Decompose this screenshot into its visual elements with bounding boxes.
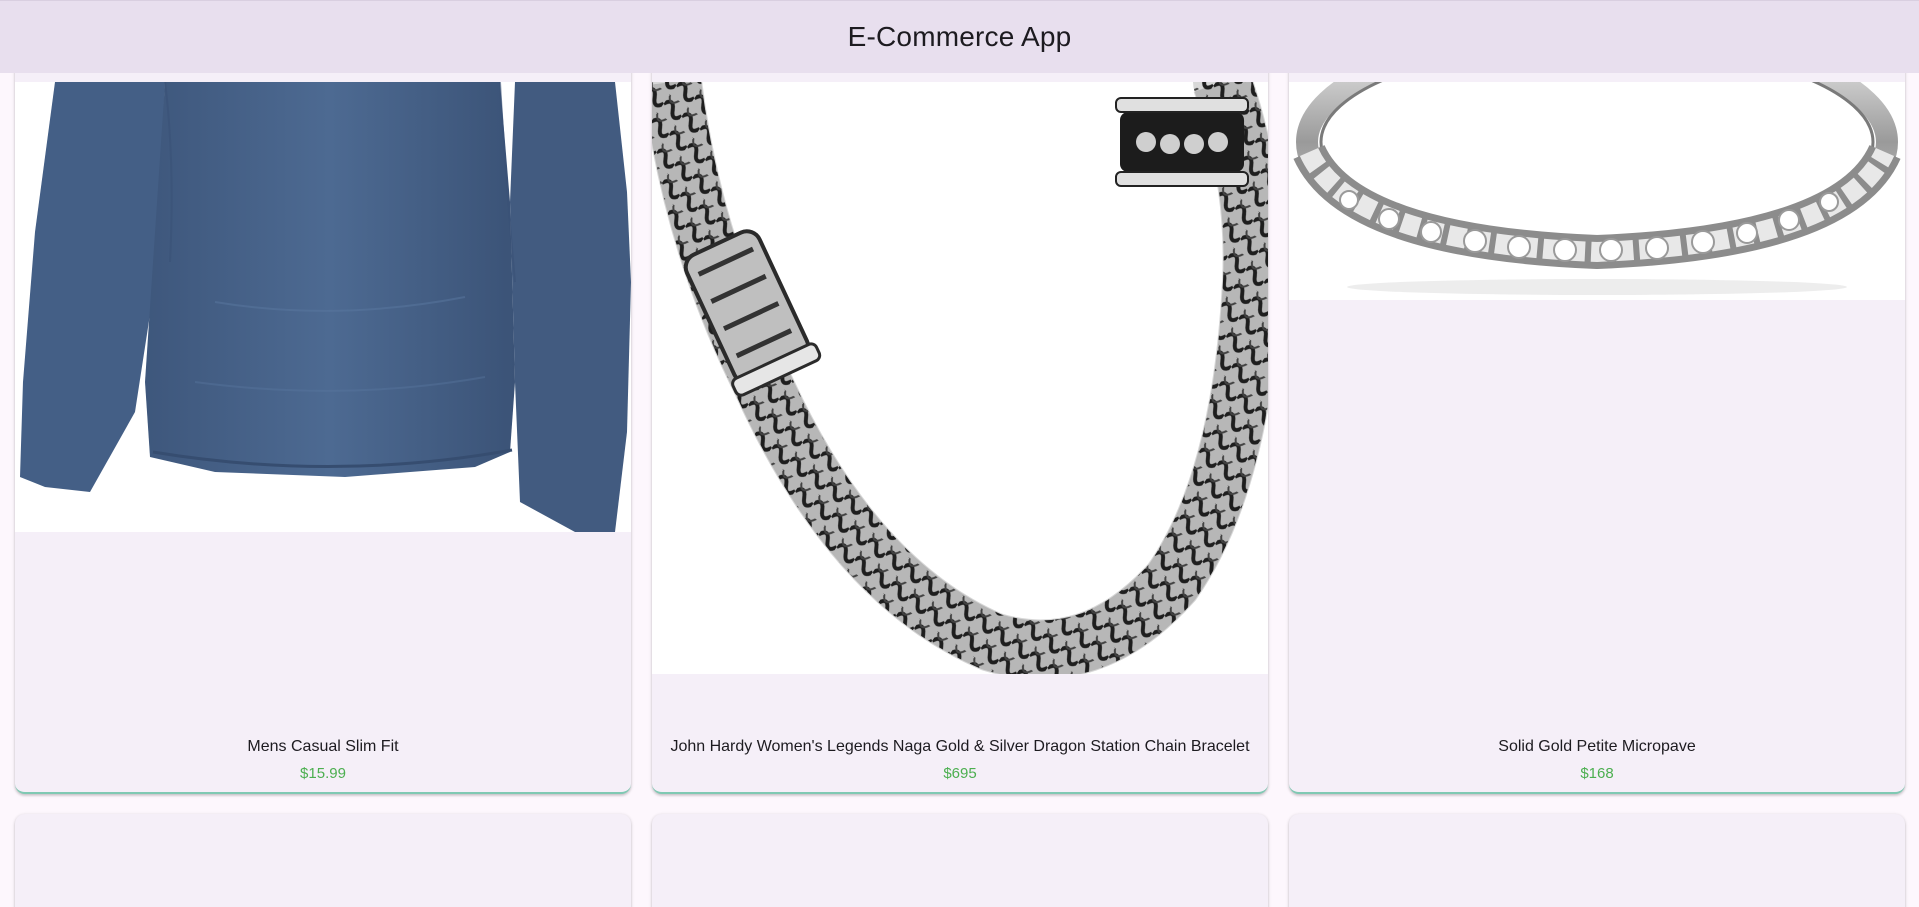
product-image (1289, 82, 1905, 300)
app-bar: E-Commerce App (0, 0, 1919, 73)
product-title: Solid Gold Petite Micropave (1498, 738, 1696, 755)
product-price: $168 (1580, 765, 1614, 782)
product-image (652, 82, 1268, 674)
product-card[interactable]: Solid Gold Petite Micropave $168 (1289, 40, 1905, 794)
product-grid: Mens Casual Slim Fit $15.99 John Hardy W… (0, 0, 1919, 907)
product-card[interactable] (652, 814, 1268, 907)
product-title: John Hardy Women's Legends Naga Gold & S… (670, 738, 1250, 755)
product-card[interactable] (15, 814, 631, 907)
app-title: E-Commerce App (847, 21, 1072, 52)
product-card[interactable]: John Hardy Women's Legends Naga Gold & S… (652, 40, 1268, 794)
product-image (15, 82, 631, 532)
product-price: $15.99 (300, 765, 346, 782)
product-card[interactable]: Mens Casual Slim Fit $15.99 (15, 40, 631, 794)
product-price: $695 (943, 765, 977, 782)
product-card[interactable] (1289, 814, 1905, 907)
product-title: Mens Casual Slim Fit (247, 738, 399, 755)
